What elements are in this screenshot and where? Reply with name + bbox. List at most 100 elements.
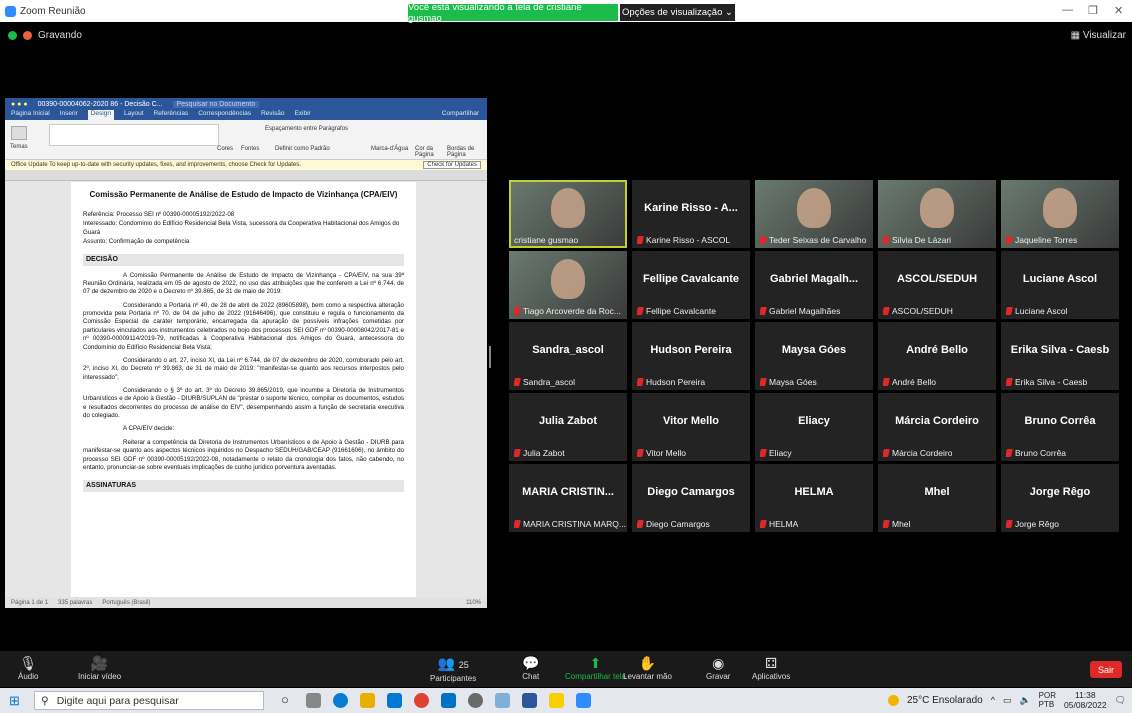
doc-heading: Comissão Permanente de Análise de Estudo… bbox=[89, 190, 398, 199]
view-options-button[interactable]: Opções de visualização ⌄ bbox=[620, 4, 735, 21]
weather-text[interactable]: 25°C Ensolarado bbox=[907, 695, 983, 706]
participant-tile[interactable]: Vitor Mello Vitor Mello bbox=[632, 393, 750, 461]
edge-icon[interactable] bbox=[333, 693, 348, 708]
app-icon[interactable] bbox=[468, 693, 483, 708]
participant-tile[interactable]: Luciane Ascol Luciane Ascol bbox=[1001, 251, 1119, 319]
share-label: Compartilhar tela bbox=[565, 672, 626, 681]
participant-tile[interactable]: Tiago Arcoverde da Roc... bbox=[509, 251, 627, 319]
store-icon[interactable] bbox=[387, 693, 402, 708]
participant-name: Julia Zabot bbox=[523, 448, 565, 458]
leave-button[interactable]: Sair bbox=[1090, 661, 1122, 678]
hand-icon: ✋ bbox=[638, 655, 657, 671]
raise-hand-button[interactable]: ✋ Levantar mão bbox=[623, 655, 672, 681]
participants-button[interactable]: 👥 25 Participantes bbox=[430, 655, 476, 683]
start-video-button[interactable]: 🎥 Iniciar vídeo bbox=[78, 655, 121, 681]
participant-tile[interactable]: Eliacy Eliacy bbox=[755, 393, 873, 461]
windows-start-icon[interactable]: ⊞ bbox=[9, 693, 20, 709]
audio-button[interactable]: 🎙 Áudio bbox=[18, 655, 38, 681]
participant-tile[interactable]: Diego Camargos Diego Camargos bbox=[632, 464, 750, 532]
participant-tile[interactable]: HELMA HELMA bbox=[755, 464, 873, 532]
taskbar-search[interactable]: ⚲ Digite aqui para pesquisar bbox=[34, 691, 264, 710]
apps-button[interactable]: ⚃ Aplicativos bbox=[752, 655, 790, 681]
participant-tile[interactable]: Fellipe Cavalcante Fellipe Cavalcante bbox=[632, 251, 750, 319]
doc-interessado: Interessado: Condomínio do Edifício Resi… bbox=[83, 220, 400, 236]
participant-name: Sandra_ascol bbox=[523, 377, 575, 387]
participant-name: Hudson Pereira bbox=[646, 377, 706, 387]
participant-tile[interactable]: Teder Seixas de Carvalho bbox=[755, 180, 873, 248]
office-update-bar: Office Update To keep up-to-date with se… bbox=[5, 160, 487, 171]
muted-mic-icon bbox=[514, 449, 521, 457]
participant-video bbox=[551, 188, 585, 228]
word-share: Compartilhar bbox=[441, 110, 479, 117]
tray-chevron-icon[interactable]: ^ bbox=[991, 695, 995, 705]
participant-name: MARIA CRISTINA MARQ... bbox=[523, 519, 626, 529]
ribbon-temas: Temas bbox=[10, 144, 28, 150]
record-button[interactable]: ◉ Gravar bbox=[706, 655, 730, 681]
language-indicator[interactable]: POR PTB bbox=[1039, 691, 1056, 709]
network-icon[interactable]: ▭ bbox=[1003, 695, 1012, 706]
task-manager-icon[interactable] bbox=[306, 693, 321, 708]
maximize-icon[interactable]: ❐ bbox=[1088, 4, 1098, 17]
clock[interactable]: 11:38 05/08/2022 bbox=[1064, 690, 1107, 710]
participant-tile[interactable]: Hudson Pereira Hudson Pereira bbox=[632, 322, 750, 390]
participant-tile[interactable]: Julia Zabot Julia Zabot bbox=[509, 393, 627, 461]
participant-tile[interactable]: Erika Silva - Caesb Erika Silva - Caesb bbox=[1001, 322, 1119, 390]
participant-tile[interactable]: MARIA CRISTIN... MARIA CRISTINA MARQ... bbox=[509, 464, 627, 532]
volume-icon[interactable]: 🔈 bbox=[1019, 695, 1030, 706]
section-decisao: DECISÃO bbox=[83, 254, 404, 266]
participant-tile[interactable]: Mhel Mhel bbox=[878, 464, 996, 532]
participant-tile[interactable]: ASCOL/SEDUH ASCOL/SEDUH bbox=[878, 251, 996, 319]
participant-tile[interactable]: Jaqueline Torres bbox=[1001, 180, 1119, 248]
close-icon[interactable]: ✕ bbox=[1114, 4, 1123, 17]
minimize-icon[interactable]: — bbox=[1062, 4, 1073, 16]
doc-assunto: Assunto: Confirmação de competência bbox=[83, 237, 190, 245]
word-tab: Correspondências bbox=[198, 110, 251, 117]
participant-tile[interactable]: Silvia De Lázari bbox=[878, 180, 996, 248]
participant-name-label: Eliacy bbox=[760, 448, 792, 458]
participant-name: cristiane gusmao bbox=[514, 235, 579, 245]
participant-tile[interactable]: Gabriel Magalh... Gabriel Magalhães bbox=[755, 251, 873, 319]
muted-mic-icon bbox=[1006, 520, 1013, 528]
participant-tile[interactable]: Karine Risso - A... Karine Risso - ASCOL bbox=[632, 180, 750, 248]
participant-tile[interactable]: André Bello André Bello bbox=[878, 322, 996, 390]
participant-name-label: cristiane gusmao bbox=[514, 235, 578, 245]
chat-button[interactable]: 💬 Chat bbox=[522, 655, 539, 681]
participant-name-label: Jaqueline Torres bbox=[1006, 235, 1077, 245]
participant-name: Jaqueline Torres bbox=[1015, 235, 1078, 245]
participants-label: Participantes bbox=[430, 674, 477, 683]
split-divider[interactable] bbox=[489, 346, 491, 368]
muted-mic-icon bbox=[514, 520, 521, 528]
app-icon[interactable] bbox=[495, 693, 510, 708]
word-icon[interactable] bbox=[522, 693, 537, 708]
word-ribbon: Temas Cores Fontes Espaçamento entre Par… bbox=[5, 120, 487, 160]
muted-mic-icon bbox=[760, 236, 767, 244]
muted-mic-icon bbox=[514, 378, 521, 386]
doc-paragraph: A CPA/EIV decide: bbox=[123, 425, 175, 433]
participant-name: ASCOL/SEDUH bbox=[892, 306, 953, 316]
outlook-icon[interactable] bbox=[441, 693, 456, 708]
word-search-input: Pesquisar no Documento bbox=[172, 100, 260, 108]
participant-tile[interactable]: Maysa Góes Maysa Góes bbox=[755, 322, 873, 390]
view-button[interactable]: ▦ Visualizar bbox=[1071, 30, 1126, 41]
participant-tile[interactable]: Jorge Rêgo Jorge Rêgo bbox=[1001, 464, 1119, 532]
notifications-icon[interactable]: 🗨 bbox=[1115, 695, 1126, 706]
chrome-icon[interactable] bbox=[414, 693, 429, 708]
word-tab: Inserir bbox=[59, 110, 78, 117]
sticky-notes-icon[interactable] bbox=[549, 693, 564, 708]
zoom-icon[interactable] bbox=[576, 693, 591, 708]
participant-video bbox=[1043, 188, 1077, 228]
doc-ref: Referência: Processo SEI nº 00390-000051… bbox=[83, 210, 235, 218]
muted-mic-icon bbox=[1006, 307, 1013, 315]
participant-tile[interactable]: Bruno Corrêa Bruno Corrêa bbox=[1001, 393, 1119, 461]
participant-name: Erika Silva - Caesb bbox=[1015, 377, 1088, 387]
share-screen-button[interactable]: ⬆ Compartilhar tela bbox=[565, 655, 626, 681]
task-view-icon[interactable]: ○ bbox=[281, 692, 289, 707]
participant-tile[interactable]: cristiane gusmao bbox=[509, 180, 627, 248]
file-explorer-icon[interactable] bbox=[360, 693, 375, 708]
microphone-icon: 🎙 bbox=[19, 655, 38, 671]
word-ruler bbox=[5, 171, 487, 181]
themes-icon bbox=[11, 126, 27, 140]
participant-tile[interactable]: Sandra_ascol Sandra_ascol bbox=[509, 322, 627, 390]
participant-tile[interactable]: Márcia Cordeiro Márcia Cordeiro bbox=[878, 393, 996, 461]
status-zoom: 110% bbox=[466, 599, 481, 606]
